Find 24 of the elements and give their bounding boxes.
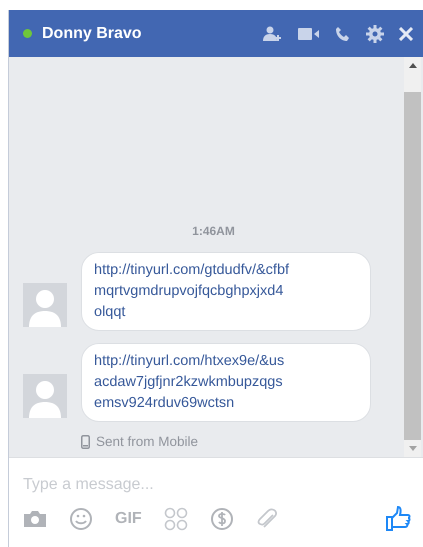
message-link[interactable]: olqqt [94, 302, 358, 323]
stickers-icon[interactable] [164, 507, 188, 531]
timestamp: 1:46AM [191, 224, 236, 238]
message-link[interactable]: http://tinyurl.com/gtdudfv/&cfbf [94, 260, 358, 281]
emoji-icon[interactable] [69, 507, 93, 531]
message-link[interactable]: http://tinyurl.com/htxex9e/&us [94, 351, 358, 372]
video-camera-icon[interactable] [298, 26, 320, 40]
scroll-up-icon[interactable] [408, 63, 416, 68]
settings-icon[interactable] [366, 24, 384, 42]
message-link[interactable]: acdaw7jgfjnr2kzwkmbupzqgs [94, 372, 358, 393]
phone-icon[interactable] [335, 26, 351, 42]
close-icon[interactable] [399, 26, 413, 40]
message-link[interactable]: emsv924rduv69wctsn [94, 393, 358, 414]
message-link[interactable]: mqrtvgmdrupvojfqcbghpxjxd4 [94, 281, 358, 302]
thumbs-up-icon[interactable] [385, 506, 411, 532]
avatar-icon [23, 374, 67, 418]
phone-device-icon [81, 434, 90, 448]
scroll-down-icon[interactable] [408, 446, 416, 451]
add-person-icon[interactable] [263, 26, 283, 42]
contact-name[interactable]: Donny Bravo [42, 24, 142, 42]
sent-note: Sent from Mobile [96, 434, 198, 449]
camera-icon[interactable] [23, 510, 47, 528]
dollar-icon[interactable] [210, 507, 234, 531]
avatar-icon [23, 283, 67, 327]
